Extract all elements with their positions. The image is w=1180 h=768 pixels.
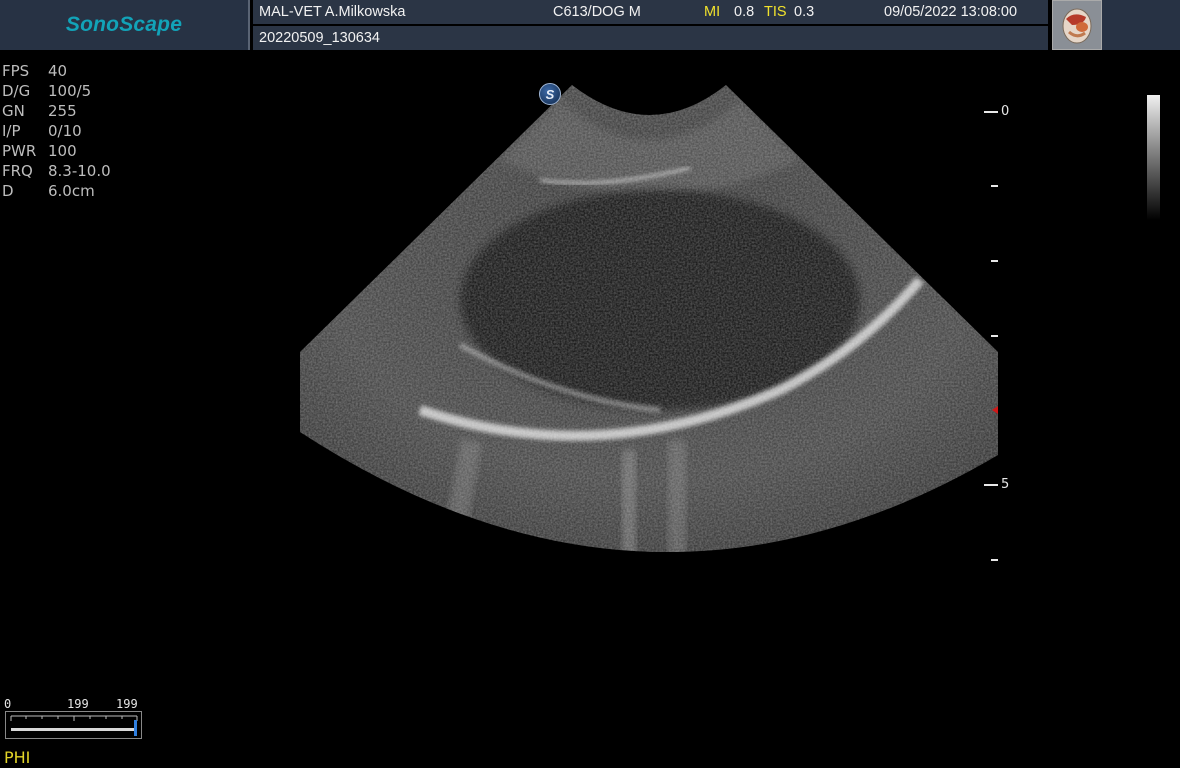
imaging-mode-label: PHI xyxy=(4,748,31,767)
param-row: D 6.0cm xyxy=(2,181,242,201)
param-value: 40 xyxy=(48,62,68,80)
probe-preset: C613/DOG M xyxy=(553,4,641,20)
cine-slider-handle[interactable] xyxy=(134,720,137,736)
sonoscape-logo: SonoScape xyxy=(65,13,183,36)
header-right-panel xyxy=(1102,0,1180,50)
param-row: GN 255 xyxy=(2,101,242,121)
probe-orientation-badge: S xyxy=(539,83,561,105)
param-key: GN xyxy=(2,102,25,120)
tis-value: 0.3 xyxy=(794,4,815,20)
slider-max-label: 199 xyxy=(116,697,138,711)
param-row: FPS 40 xyxy=(2,61,242,81)
depth-label-5: 5 xyxy=(1001,477,1010,492)
param-key: FPS xyxy=(2,62,30,80)
info-row-top: MAL-VET A.Milkowska C613/DOG M MI 0.8 TI… xyxy=(253,0,1048,24)
cine-slider-track xyxy=(10,715,138,736)
depth-scale xyxy=(984,111,998,561)
param-key: D xyxy=(2,182,14,200)
logo-area: SonoScape xyxy=(0,0,250,50)
param-value: 100 xyxy=(48,142,77,160)
param-key: I/P xyxy=(2,122,21,140)
param-value: 100/5 xyxy=(48,82,92,100)
tis-label: TIS xyxy=(764,4,787,20)
param-key: FRQ xyxy=(2,162,33,180)
imaging-parameters: FPS 40 D/G 100/5 GN 255 I/P 0/10 PWR 100 FRQ 8… xyxy=(2,61,242,201)
param-value: 255 xyxy=(48,102,77,120)
slider-mid-label: 199 xyxy=(67,697,89,711)
param-row: PWR 100 xyxy=(2,141,242,161)
mi-label: MI xyxy=(704,4,721,20)
param-key: D/G xyxy=(2,82,31,100)
param-value: 0/10 xyxy=(48,122,82,140)
study-id: 20220509_130634 xyxy=(259,30,380,46)
param-row: FRQ 8.3-10.0 xyxy=(2,161,242,181)
param-key: PWR xyxy=(2,142,37,160)
param-value: 8.3-10.0 xyxy=(48,162,111,180)
info-row-bottom: 20220509_130634 xyxy=(253,26,1048,50)
datetime: 09/05/2022 13:08:00 xyxy=(884,4,1018,20)
slider-min-label: 0 xyxy=(4,697,12,711)
depth-label-0: 0 xyxy=(1001,104,1010,119)
organ-preset-button[interactable] xyxy=(1052,0,1102,50)
param-value: 6.0cm xyxy=(48,182,95,200)
patient-info-bar: MAL-VET A.Milkowska C613/DOG M MI 0.8 TI… xyxy=(253,0,1048,50)
grayscale-map-bar xyxy=(1147,95,1160,220)
param-row: D/G 100/5 xyxy=(2,81,242,101)
abdomen-organ-icon xyxy=(1062,8,1092,44)
param-row: I/P 0/10 xyxy=(2,121,242,141)
operator-name: MAL-VET A.Milkowska xyxy=(259,4,406,20)
mi-value: 0.8 xyxy=(734,4,755,20)
cine-slider-labels: 0 199 199 xyxy=(4,697,144,711)
cine-slider[interactable] xyxy=(5,711,142,739)
